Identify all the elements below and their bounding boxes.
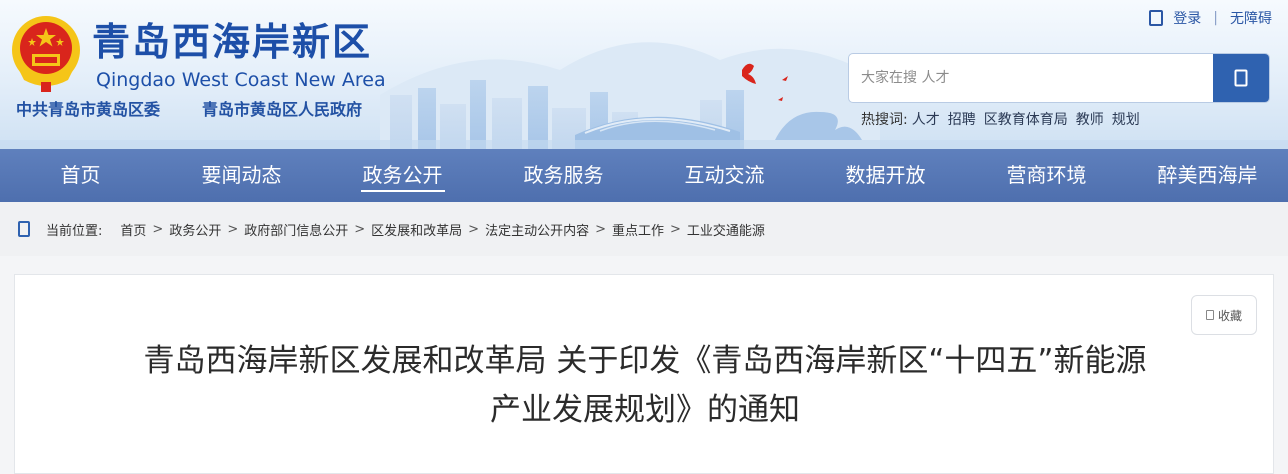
breadcrumb-separator: >: [354, 221, 366, 237]
nav-item-news[interactable]: 要闻动态: [161, 149, 322, 202]
national-emblem-icon: [12, 16, 80, 92]
favorite-button[interactable]: 收藏: [1191, 295, 1257, 335]
hot-search-words: 热搜词: 人才 招聘 区教育体育局 教师 规划: [861, 111, 1140, 129]
accessibility-link[interactable]: 无障碍: [1230, 8, 1272, 28]
user-icon: [1149, 10, 1164, 26]
breadcrumb-separator: >: [152, 221, 164, 237]
breadcrumb-separator: >: [670, 221, 681, 237]
nav-item-home[interactable]: 首页: [0, 149, 161, 202]
hot-word-link[interactable]: 教师: [1076, 111, 1104, 129]
site-title: 青岛西海岸新区: [92, 20, 373, 64]
org-district-government[interactable]: 青岛市黄岛区人民政府: [202, 100, 362, 120]
top-links-separator: |: [1213, 10, 1218, 26]
breadcrumb-link[interactable]: 重点工作: [612, 220, 664, 239]
breadcrumb-separator: >: [227, 221, 239, 237]
nav-item-business-environment[interactable]: 营商环境: [966, 149, 1127, 202]
nav-item-government-services[interactable]: 政务服务: [483, 149, 644, 202]
location-icon: [18, 221, 30, 237]
article-title: 青岛西海岸新区发展和改革局 关于印发《青岛西海岸新区“十四五”新能源 产业发展规…: [15, 337, 1275, 435]
search-button[interactable]: [1213, 54, 1269, 102]
top-links: 登录 | 无障碍: [1149, 8, 1272, 28]
breadcrumb: 当前位置: 首页 > 政务公开 > 政府部门信息公开 > 区发展和改革局 > 法…: [0, 202, 1288, 256]
favorite-label: 收藏: [1217, 308, 1242, 323]
nav-item-open-data[interactable]: 数据开放: [805, 149, 966, 202]
nav-item-interaction[interactable]: 互动交流: [644, 149, 805, 202]
bookmark-icon: [1205, 310, 1214, 320]
nav-item-west-coast[interactable]: 醉美西海岸: [1127, 149, 1288, 202]
login-link[interactable]: 登录: [1173, 8, 1201, 28]
breadcrumb-link[interactable]: 政府部门信息公开: [244, 220, 348, 239]
article-title-line-1: 青岛西海岸新区发展和改革局 关于印发《青岛西海岸新区“十四五”新能源: [143, 343, 1147, 379]
search-icon: [1234, 69, 1248, 87]
article-title-line-2: 产业发展规划》的通知: [490, 392, 800, 428]
hot-search-label: 热搜词:: [861, 112, 908, 128]
site-header: 青岛西海岸新区 Qingdao West Coast New Area 中共青岛…: [0, 0, 1288, 149]
hot-word-link[interactable]: 招聘: [948, 111, 976, 129]
org-party-committee[interactable]: 中共青岛市黄岛区委: [16, 100, 160, 120]
hot-word-link[interactable]: 人才: [912, 111, 940, 129]
main-nav: 首页 要闻动态 政务公开 政务服务 互动交流 数据开放 营商环境 醉美西海岸: [0, 149, 1288, 202]
nav-item-government-affairs-open[interactable]: 政务公开: [322, 149, 483, 202]
breadcrumb-label: 当前位置:: [46, 223, 103, 239]
breadcrumb-link[interactable]: 首页: [120, 220, 146, 239]
search-input[interactable]: [849, 54, 1215, 102]
site-title-english: Qingdao West Coast New Area: [96, 69, 386, 91]
hot-word-link[interactable]: 规划: [1112, 111, 1140, 129]
search-box: [848, 53, 1270, 103]
breadcrumb-separator: >: [468, 221, 480, 237]
article-panel: 收藏 青岛西海岸新区发展和改革局 关于印发《青岛西海岸新区“十四五”新能源 产业…: [14, 274, 1274, 474]
breadcrumb-link[interactable]: 区发展和改革局: [371, 220, 462, 239]
breadcrumb-link[interactable]: 工业交通能源: [687, 220, 765, 239]
hot-word-link[interactable]: 区教育体育局: [984, 111, 1068, 129]
breadcrumb-link[interactable]: 法定主动公开内容: [485, 220, 589, 239]
breadcrumb-link[interactable]: 政务公开: [169, 220, 221, 239]
breadcrumb-separator: >: [595, 221, 606, 237]
